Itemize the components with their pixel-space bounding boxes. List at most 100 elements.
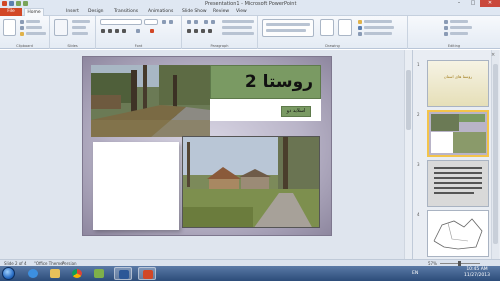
find-icon[interactable] <box>444 20 448 24</box>
shape-effects-icon[interactable] <box>358 32 362 36</box>
ribbon-group-font: Font <box>96 16 182 49</box>
slide-thumbnail-3[interactable] <box>427 160 489 207</box>
ribbon-group-label: Slides <box>67 44 78 48</box>
font-size-select[interactable] <box>144 19 158 25</box>
tab-view[interactable]: View <box>236 8 247 16</box>
increase-indent-icon[interactable] <box>211 20 215 24</box>
italic-icon[interactable] <box>108 29 112 33</box>
tab-design[interactable]: Design <box>88 8 104 16</box>
font-name-select[interactable] <box>100 19 142 25</box>
word-icon <box>119 270 129 279</box>
ribbon-group-clipboard: Clipboard <box>0 16 50 49</box>
align-right-icon[interactable] <box>201 29 205 33</box>
ribbon-group-paragraph: Paragraph <box>182 16 258 49</box>
slide-number: 4 <box>417 212 420 217</box>
ribbon-group-label: Paragraph <box>210 44 229 48</box>
quick-styles-button[interactable] <box>338 19 352 36</box>
align-left-icon[interactable] <box>187 29 191 33</box>
village-houses-photo[interactable] <box>182 136 320 228</box>
select-icon[interactable] <box>444 32 448 36</box>
slide-number: 1 <box>417 62 420 67</box>
slide-number: 2 <box>417 112 420 117</box>
input-language[interactable]: EN <box>412 266 418 281</box>
save-icon[interactable] <box>9 1 14 6</box>
tab-slide-show[interactable]: Slide Show <box>182 8 207 16</box>
character-spacing-icon[interactable] <box>136 29 140 33</box>
format-painter-icon[interactable] <box>20 32 24 36</box>
powerpoint-icon <box>143 270 153 279</box>
decrease-indent-icon[interactable] <box>204 20 208 24</box>
village-road-photo[interactable] <box>91 65 210 137</box>
replace-icon[interactable] <box>444 26 448 30</box>
ribbon-group-label: Drawing <box>325 44 340 48</box>
close-button[interactable]: ✕ <box>480 0 500 7</box>
slide-subtitle[interactable]: اسلاید دو <box>281 106 311 117</box>
shapes-gallery[interactable] <box>262 19 314 37</box>
taskbar-ie[interactable] <box>24 267 42 280</box>
tab-transitions[interactable]: Transitions <box>114 8 138 16</box>
powerpoint-app-icon[interactable] <box>2 1 7 6</box>
taskbar-chrome[interactable] <box>68 267 86 280</box>
close-panel-icon[interactable]: × <box>491 52 495 58</box>
new-slide-button[interactable] <box>54 19 68 36</box>
minimize-button[interactable]: – <box>452 0 466 7</box>
ribbon-group-editing: Editing <box>408 16 500 49</box>
thumbnail-title: روستا های استان <box>443 74 473 79</box>
taskbar-powerpoint[interactable] <box>138 267 156 280</box>
grow-font-icon[interactable] <box>162 20 166 24</box>
slide-thumbnail-4[interactable] <box>427 210 489 257</box>
tab-review[interactable]: Review <box>213 8 229 16</box>
tab-insert[interactable]: Insert <box>66 8 79 16</box>
bold-icon[interactable] <box>101 29 105 33</box>
ribbon-group-drawing: Drawing <box>258 16 408 49</box>
arrange-button[interactable] <box>320 19 334 36</box>
slide-thumbnail-2[interactable] <box>427 110 489 157</box>
undo-icon[interactable] <box>16 1 21 6</box>
ribbon-group-label: Clipboard <box>16 44 33 48</box>
font-color-icon[interactable] <box>150 29 154 33</box>
shape-outline-icon[interactable] <box>358 26 362 30</box>
tab-file[interactable]: File <box>0 8 22 16</box>
slide-title[interactable]: روستا 2 <box>210 65 313 99</box>
ribbon-group-label: Editing <box>447 44 461 48</box>
slide-canvas[interactable]: روستا 2 اسلاید دو <box>82 56 332 236</box>
bullets-icon[interactable] <box>187 20 191 24</box>
chrome-icon <box>72 269 82 278</box>
editor-scrollbar[interactable] <box>404 50 412 259</box>
paint-icon <box>94 269 104 278</box>
copy-icon[interactable] <box>20 26 24 30</box>
window-title: Presentation1 - Microsoft PowerPoint <box>205 1 297 7</box>
shrink-font-icon[interactable] <box>169 20 173 24</box>
text-placeholder-box[interactable] <box>93 142 179 230</box>
tab-animations[interactable]: Animations <box>148 8 173 16</box>
internet-explorer-icon <box>28 269 38 278</box>
scrollbar-thumb[interactable] <box>406 70 411 130</box>
shape-fill-icon[interactable] <box>358 20 362 24</box>
redo-icon[interactable] <box>23 1 28 6</box>
clock-date: 11/27/2013 <box>464 273 490 278</box>
taskbar-explorer[interactable] <box>46 267 64 280</box>
title-bar: Presentation1 - Microsoft PowerPoint – □… <box>0 0 500 8</box>
ribbon-tab-bar: Insert Design Transitions Animations Sli… <box>0 8 500 16</box>
system-clock[interactable]: 10:45 AM 11/27/2013 <box>458 267 496 279</box>
start-orb[interactable] <box>2 267 15 280</box>
maximize-button[interactable]: □ <box>466 0 480 7</box>
taskbar-word[interactable] <box>114 267 132 280</box>
status-bar: Slide 2 of 4 "Office Theme" Persian 57% <box>0 259 500 266</box>
panel-scrollbar[interactable] <box>491 50 499 259</box>
slide-thumbnail-1[interactable]: روستا های استان <box>427 60 489 107</box>
taskbar-paint[interactable] <box>90 267 108 280</box>
cut-icon[interactable] <box>20 20 24 24</box>
ribbon-group-label: Font <box>134 44 143 48</box>
scrollbar-thumb[interactable] <box>493 64 498 244</box>
strikethrough-icon[interactable] <box>122 29 126 33</box>
numbering-icon[interactable] <box>194 20 198 24</box>
justify-icon[interactable] <box>208 29 212 33</box>
slides-panel: 1 روستا های استان 2 3 4 <box>412 50 500 259</box>
underline-icon[interactable] <box>115 29 119 33</box>
folder-icon <box>50 269 60 278</box>
slide-number: 3 <box>417 162 420 167</box>
align-center-icon[interactable] <box>194 29 198 33</box>
ribbon: Clipboard Slides Font Paragraph Drawing … <box>0 16 500 49</box>
paste-button[interactable] <box>3 19 16 36</box>
